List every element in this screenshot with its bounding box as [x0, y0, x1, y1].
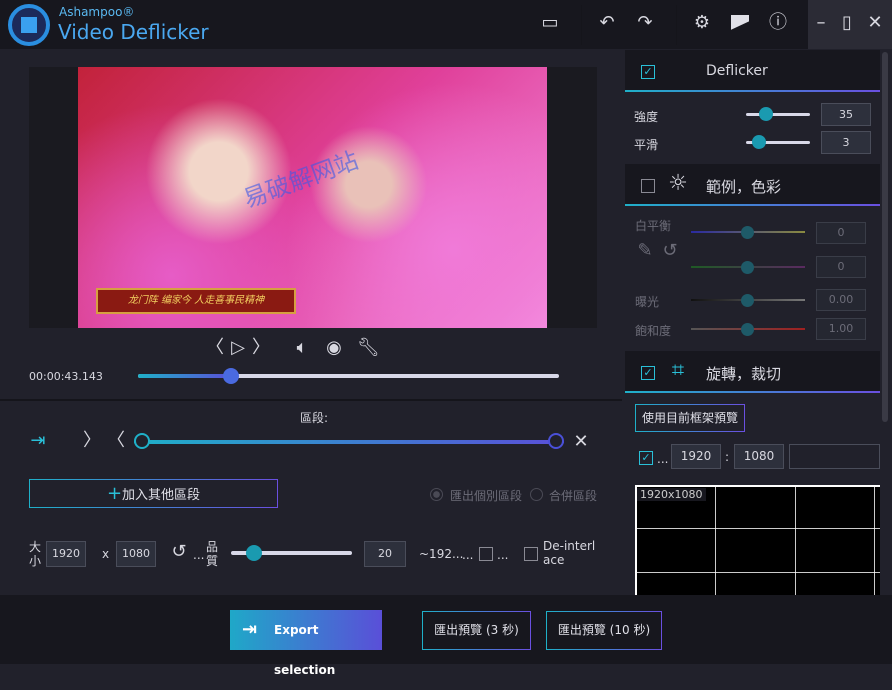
wb-tint-slider[interactable] [691, 261, 805, 274]
crop-checkbox[interactable]: ✓ [641, 366, 655, 380]
wb2-input[interactable]: 0 [816, 256, 866, 278]
crop-size-label: 1920x1080 [637, 488, 706, 501]
minimize-icon[interactable]: – [810, 13, 832, 33]
segment-range-slider[interactable] [134, 433, 564, 449]
playback-slider[interactable] [138, 368, 559, 384]
theme-icon[interactable] [731, 15, 749, 33]
exposure-slider[interactable] [691, 294, 805, 307]
reset-wb-icon[interactable]: ↺ [659, 241, 681, 261]
redo-icon[interactable]: ↷ [634, 13, 656, 33]
play-icon[interactable]: ▷ [227, 338, 249, 358]
more-label: ... [193, 548, 205, 562]
more-label: ... [497, 548, 509, 562]
use-current-frame-button[interactable]: 使用目前框架預覽 [635, 404, 745, 432]
undo-icon[interactable]: ↶ [596, 13, 618, 33]
panel-scrollbar[interactable] [882, 52, 888, 422]
info-icon[interactable]: ⓘ [767, 13, 789, 33]
wrench-icon[interactable]: 🔧︎ [357, 338, 380, 358]
crop-icon: ⌗ [671, 358, 685, 383]
export-each-radio[interactable] [430, 488, 443, 501]
option-checkbox[interactable] [479, 547, 493, 561]
saturation-label: 飽和度 [635, 324, 672, 338]
saturation-input[interactable]: 1.00 [816, 318, 866, 340]
intensity-input[interactable]: 35 [821, 103, 871, 126]
timecode: 00:00:43.143 [29, 370, 103, 383]
reset-size-icon[interactable]: ↺ [168, 542, 190, 562]
export-preview-3s-button[interactable]: 匯出預覽 (3 秒) [422, 611, 531, 650]
segment-end-handle[interactable] [548, 433, 564, 449]
deinterlace-checkbox[interactable] [524, 547, 538, 561]
exposure-input[interactable]: 0.00 [816, 289, 866, 311]
intensity-label: 強度 [634, 110, 659, 124]
brand-name: Ashampoo® [59, 5, 135, 19]
sun-icon: ☼ [668, 171, 688, 196]
wb1-input[interactable]: 0 [816, 222, 866, 244]
deflicker-title: Deflicker [706, 63, 768, 79]
intensity-slider[interactable] [746, 107, 810, 121]
keep-ratio-checkbox[interactable]: ✓ [639, 451, 653, 465]
plus-icon: + [106, 483, 123, 504]
add-segment-button[interactable]: +加入其他區段 [29, 479, 278, 508]
crop-width-input[interactable]: 1920 [671, 444, 721, 469]
eyedropper-icon[interactable]: ✎ [634, 241, 656, 261]
color-title: 範例，色彩 [706, 178, 782, 196]
eye-icon[interactable]: ◉ [323, 338, 345, 358]
smooth-slider[interactable] [746, 135, 810, 149]
more-label: ... [462, 548, 474, 562]
export-each-label: 匯出個別區段 [450, 489, 523, 503]
segment-label: 區段: [300, 411, 329, 425]
segment-start-handle[interactable] [134, 433, 150, 449]
size-separator: x [102, 547, 110, 561]
merge-radio[interactable] [530, 488, 543, 501]
volume-icon[interactable]: 🔈︎ [291, 338, 313, 358]
output-width-input[interactable]: 1920 [46, 541, 86, 567]
deflicker-checkbox[interactable]: ✓ [641, 65, 655, 79]
crop-title: 旋轉，裁切 [706, 365, 782, 383]
close-icon[interactable]: ✕ [864, 13, 886, 33]
segment-export-icon[interactable]: ⇥ [27, 431, 49, 451]
quality-label: 品質 [206, 540, 219, 568]
exposure-label: 曝光 [635, 295, 660, 309]
output-height-input[interactable]: 1080 [116, 541, 156, 567]
crop-height-input[interactable]: 1080 [734, 444, 784, 469]
app-logo [8, 4, 50, 46]
folder-icon[interactable]: ▭ [539, 13, 561, 33]
maximize-icon[interactable]: ▯ [836, 13, 858, 33]
smooth-label: 平滑 [634, 138, 659, 152]
wb-temp-slider[interactable] [691, 226, 805, 239]
segment-remove-icon[interactable]: ✕ [570, 432, 592, 452]
size-label: 大小 [29, 540, 42, 568]
ratio-preset-select[interactable] [789, 444, 880, 469]
crop-preview[interactable]: 1920x1080 [635, 485, 880, 595]
export-icon: ⇥ [242, 619, 258, 640]
quality-slider[interactable] [231, 545, 352, 561]
smooth-input[interactable]: 3 [821, 131, 871, 154]
export-preview-10s-button[interactable]: 匯出預覽 (10 秒) [546, 611, 662, 650]
merge-label: 合併區段 [549, 489, 598, 503]
segment-prev-icon[interactable]: 〈 [105, 431, 127, 451]
deinterlace-label: De-interlace [543, 539, 596, 567]
next-frame-icon[interactable]: 〉 [250, 338, 272, 358]
quality-input[interactable]: 20 [364, 541, 406, 567]
app-title: Video Deflicker [58, 20, 209, 44]
video-caption: 龙门阵 编家今 人走喜事民精神 [96, 288, 296, 314]
wb-label: 白平衡 [635, 219, 672, 233]
deflicker-icon [668, 61, 690, 79]
prev-frame-icon[interactable]: 〈 [204, 338, 226, 358]
ratio-separator: : [725, 450, 730, 464]
saturation-slider[interactable] [691, 323, 805, 336]
size-estimate: ~192... [419, 547, 464, 561]
color-checkbox[interactable] [641, 179, 655, 193]
segment-next-icon[interactable]: 〉 [81, 431, 103, 451]
gear-icon[interactable]: ⚙ [691, 13, 713, 33]
more-label: ... [657, 452, 669, 466]
export-selection-button[interactable]: ⇥ Export selection [230, 610, 382, 677]
